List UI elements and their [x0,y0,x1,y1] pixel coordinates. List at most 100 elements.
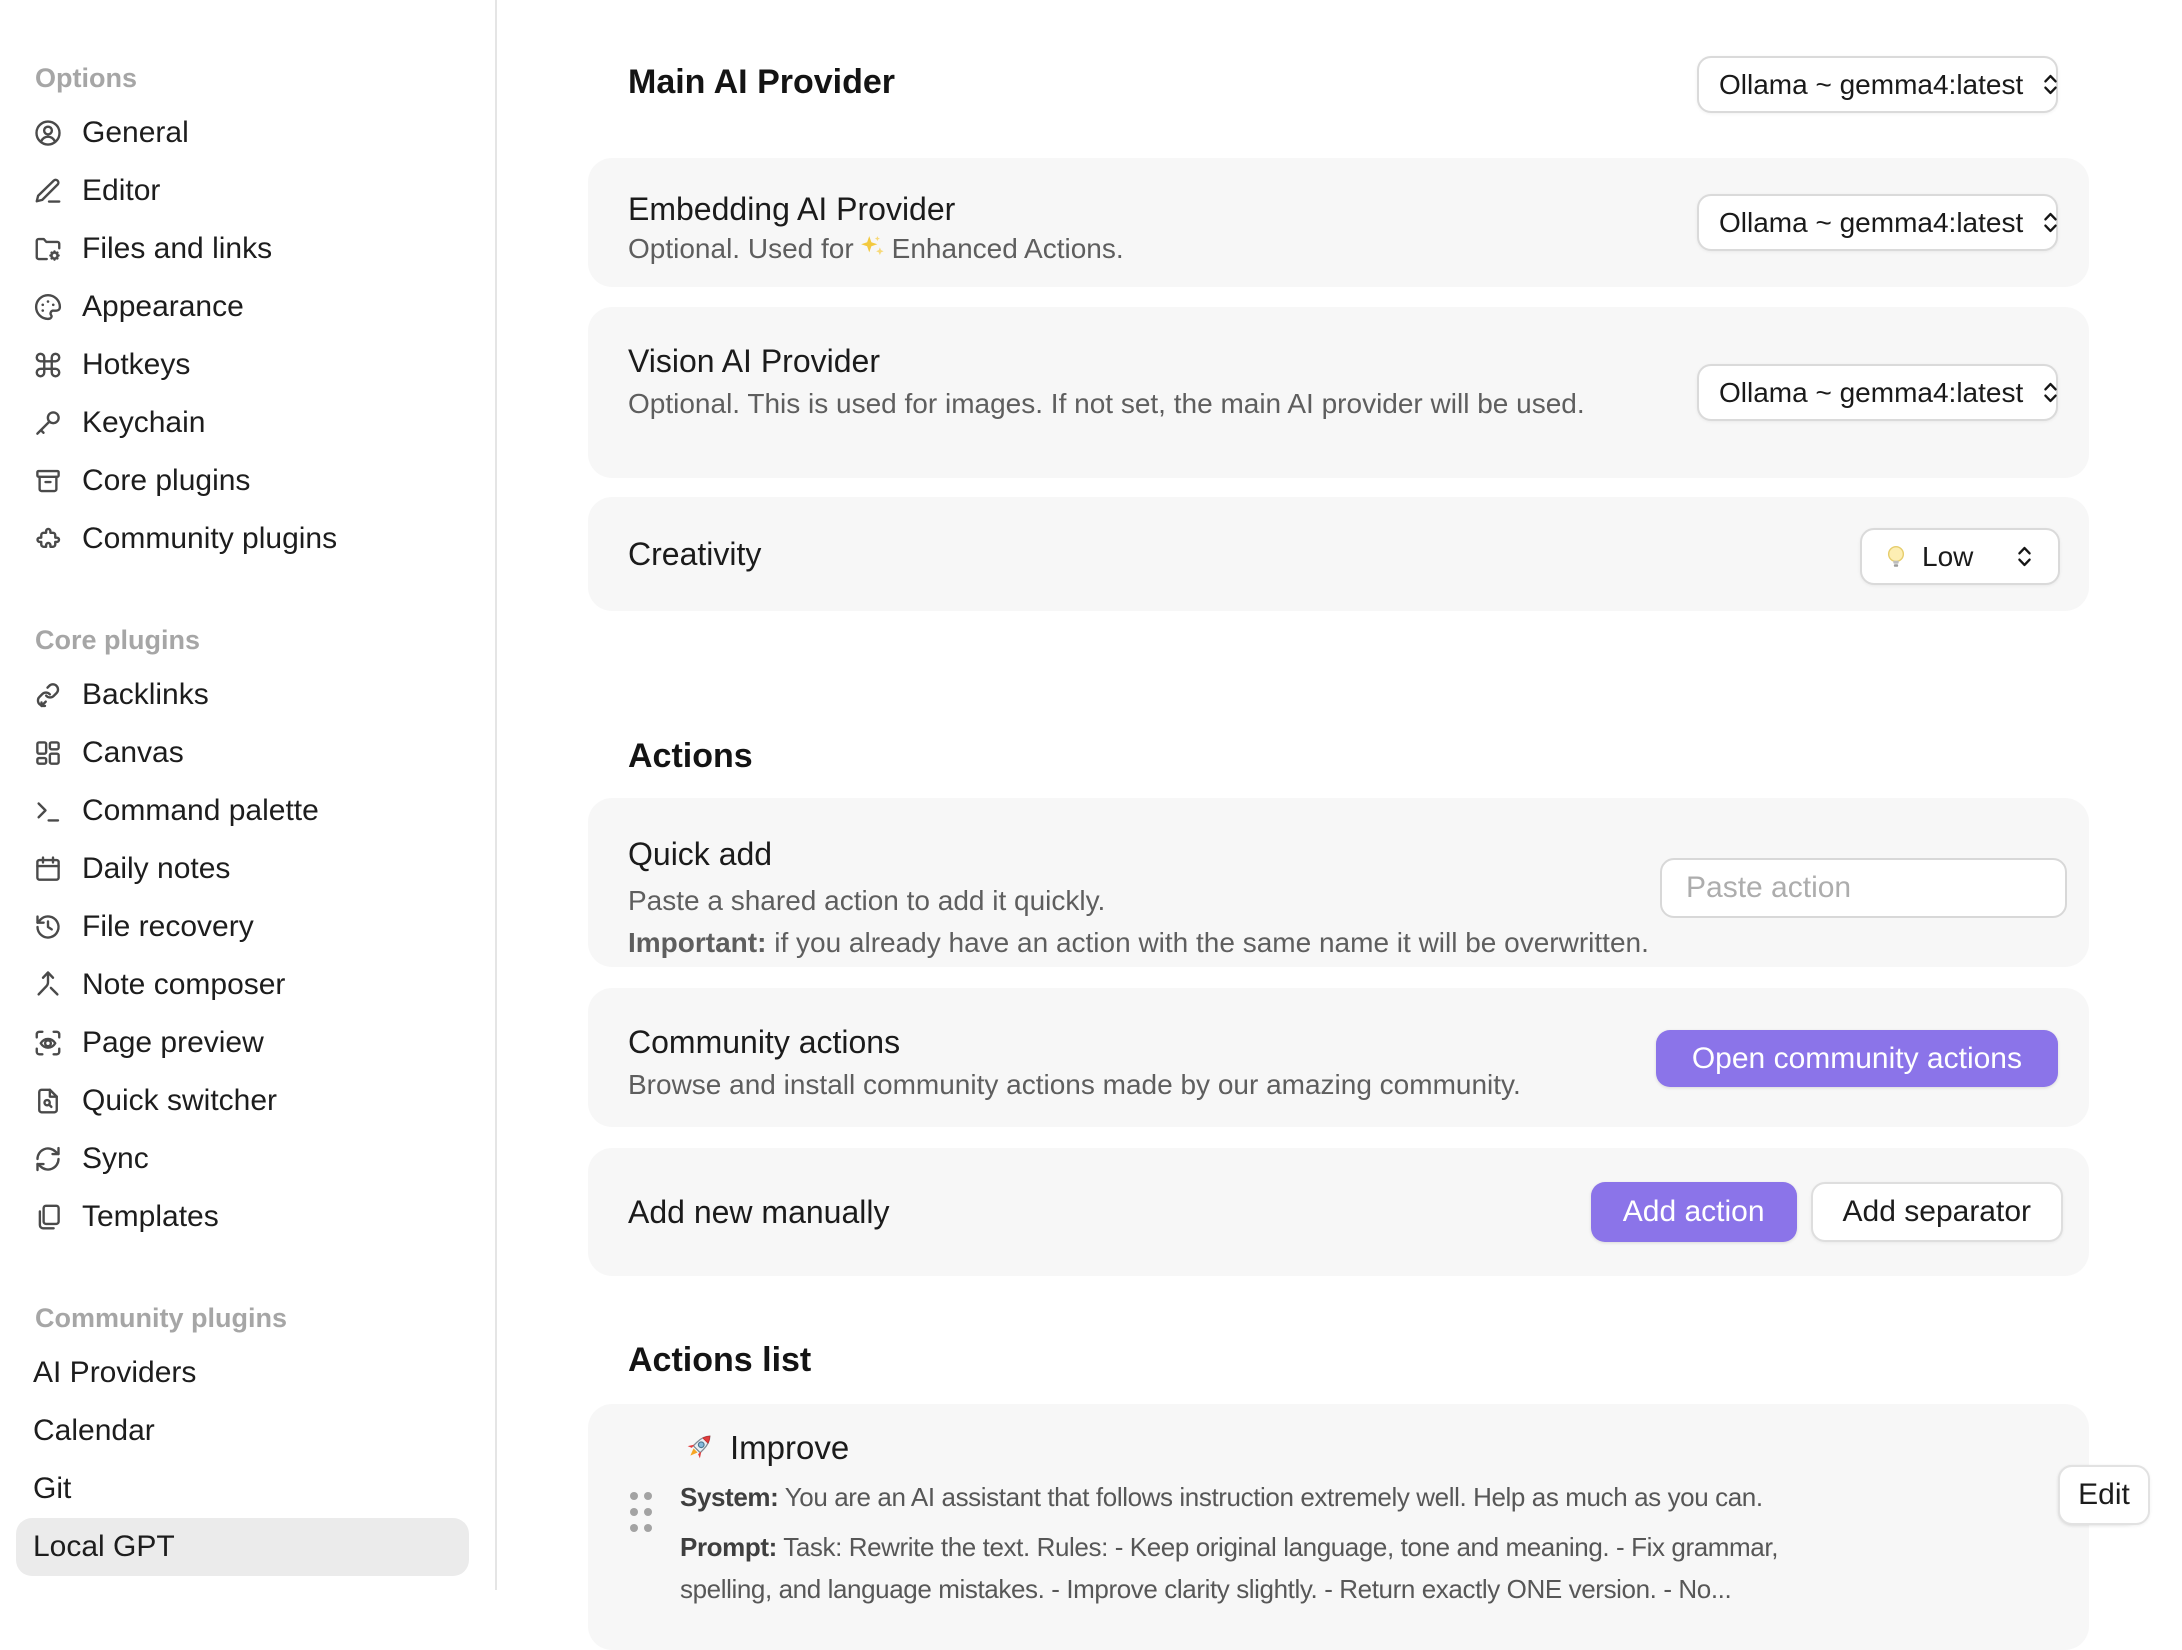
sidebar-item-label: Command palette [82,794,319,828]
sidebar-item-label: Quick switcher [82,1084,277,1118]
sidebar-item-file-recovery[interactable]: File recovery [16,898,469,956]
sidebar-item-label: Files and links [82,232,272,266]
merge-icon [33,970,63,1000]
sidebar-item-label: Git [33,1472,71,1506]
backlink-icon [33,680,63,710]
quick-add-title: Quick add [628,836,772,872]
edit-action-button[interactable]: Edit [2058,1465,2150,1525]
paste-action-input[interactable] [1660,858,2067,918]
actions-heading: Actions [628,737,753,775]
main-ai-provider-value: Ollama ~ gemma4:latest [1719,69,2023,101]
rocket-icon [680,1428,718,1466]
add-action-button[interactable]: Add action [1591,1182,1797,1242]
pen-icon [33,176,63,206]
embedding-provider-title: Embedding AI Provider [628,191,955,227]
community-actions-description: Browse and install community actions mad… [628,1064,1521,1106]
chevron-up-down-icon [2037,209,2064,236]
creativity-select[interactable]: Low [1860,528,2060,585]
sidebar-item-label: Keychain [82,406,205,440]
action-item-title: Improve [680,1428,849,1466]
drag-handle[interactable] [630,1492,652,1536]
sidebar-item-thumbnails[interactable]: Thumbnails [16,1576,469,1590]
main-ai-provider-select[interactable]: Ollama ~ gemma4:latest [1697,56,2058,113]
sidebar-section-header-core-plugins: Core plugins [35,624,495,656]
copy-pages-icon [33,1202,63,1232]
sidebar-item-editor[interactable]: Editor [16,162,469,220]
sidebar-item-git[interactable]: Git [16,1460,469,1518]
sidebar-item-label: File recovery [82,910,254,944]
action-prompt-text: Prompt: Task: Rewrite the text. Rules: -… [680,1526,1840,1610]
scan-eye-icon [33,1028,63,1058]
sidebar-item-label: Appearance [82,290,244,324]
sidebar-item-calendar[interactable]: Calendar [16,1402,469,1460]
lightbulb-icon [1882,543,1910,571]
sidebar-item-quick-switcher[interactable]: Quick switcher [16,1072,469,1130]
sidebar-item-core-plugins[interactable]: Core plugins [16,452,469,510]
sidebar-item-label: Backlinks [82,678,209,712]
sidebar-item-sync[interactable]: Sync [16,1130,469,1188]
quick-add-description: Paste a shared action to add it quickly.… [628,880,1649,964]
sidebar-section-header-community-plugins: Community plugins [35,1302,495,1334]
important-label: Important: [628,927,766,958]
sidebar-item-keychain[interactable]: Keychain [16,394,469,452]
vision-provider-description: Optional. This is used for images. If no… [628,383,1585,425]
user-circle-icon [33,118,63,148]
sidebar-item-appearance[interactable]: Appearance [16,278,469,336]
terminal-icon [33,796,63,826]
key-icon [33,408,63,438]
sidebar-item-label: Core plugins [82,464,250,498]
sidebar-item-page-preview[interactable]: Page preview [16,1014,469,1072]
history-icon [33,912,63,942]
sidebar-item-label: Canvas [82,736,184,770]
add-new-manually-card: Add new manually Add action Add separato… [588,1148,2089,1276]
vision-provider-card: Vision AI Provider Optional. This is use… [588,307,2089,478]
calendar-icon [33,854,63,884]
settings-content: Main AI Provider Ollama ~ gemma4:latest … [588,0,2182,1590]
action-system-text: System: You are an AI assistant that fol… [680,1476,1763,1518]
archive-box-icon [33,466,63,496]
folder-cog-icon [33,234,63,264]
open-community-actions-button[interactable]: Open community actions [1656,1030,2058,1087]
sidebar-item-local-gpt[interactable]: Local GPT [16,1518,469,1576]
sidebar-item-command-palette[interactable]: Command palette [16,782,469,840]
sidebar-item-canvas[interactable]: Canvas [16,724,469,782]
sidebar-item-label: Daily notes [82,852,230,886]
refresh-icon [33,1144,63,1174]
creativity-title: Creativity [628,536,761,572]
sidebar-item-label: Sync [82,1142,149,1176]
sidebar-item-label: Page preview [82,1026,264,1060]
chevron-up-down-icon [2037,379,2064,406]
sidebar-item-backlinks[interactable]: Backlinks [16,666,469,724]
sidebar-item-label: General [82,116,189,150]
sidebar-item-note-composer[interactable]: Note composer [16,956,469,1014]
sidebar-item-community-plugins[interactable]: Community plugins [16,510,469,568]
sidebar-item-hotkeys[interactable]: Hotkeys [16,336,469,394]
sparkles-icon [858,233,888,263]
sidebar-item-daily-notes[interactable]: Daily notes [16,840,469,898]
file-search-icon [33,1086,63,1116]
sidebar-item-label: Community plugins [82,522,337,556]
sidebar-item-ai-providers[interactable]: AI Providers [16,1344,469,1402]
vision-provider-select[interactable]: Ollama ~ gemma4:latest [1697,364,2058,421]
sidebar-item-label: Local GPT [33,1530,175,1564]
settings-sidebar: Options General Editor Files and links Appea… [0,0,497,1590]
sidebar-item-general[interactable]: General [16,104,469,162]
embedding-provider-select[interactable]: Ollama ~ gemma4:latest [1697,194,2058,251]
creativity-card: Creativity Low [588,497,2089,611]
chevron-up-down-icon [2011,543,2038,570]
embedding-provider-description: Optional. Used forEnhanced Actions. [628,228,1124,270]
sidebar-item-templates[interactable]: Templates [16,1188,469,1246]
action-item-improve-card: Improve System: You are an AI assistant … [588,1404,2089,1650]
sidebar-section-header-options: Options [35,62,495,94]
sidebar-item-label: AI Providers [33,1356,196,1390]
sidebar-item-label: Note composer [82,968,285,1002]
creativity-value: Low [1922,541,1973,573]
add-separator-button[interactable]: Add separator [1811,1182,2063,1242]
command-icon [33,350,63,380]
main-ai-provider-label: Main AI Provider [628,63,895,101]
community-actions-card: Community actions Browse and install com… [588,988,2089,1127]
layout-dashboard-icon [33,738,63,768]
embedding-provider-card: Embedding AI Provider Optional. Used for… [588,158,2089,287]
sidebar-item-files-and-links[interactable]: Files and links [16,220,469,278]
puzzle-icon [33,524,63,554]
